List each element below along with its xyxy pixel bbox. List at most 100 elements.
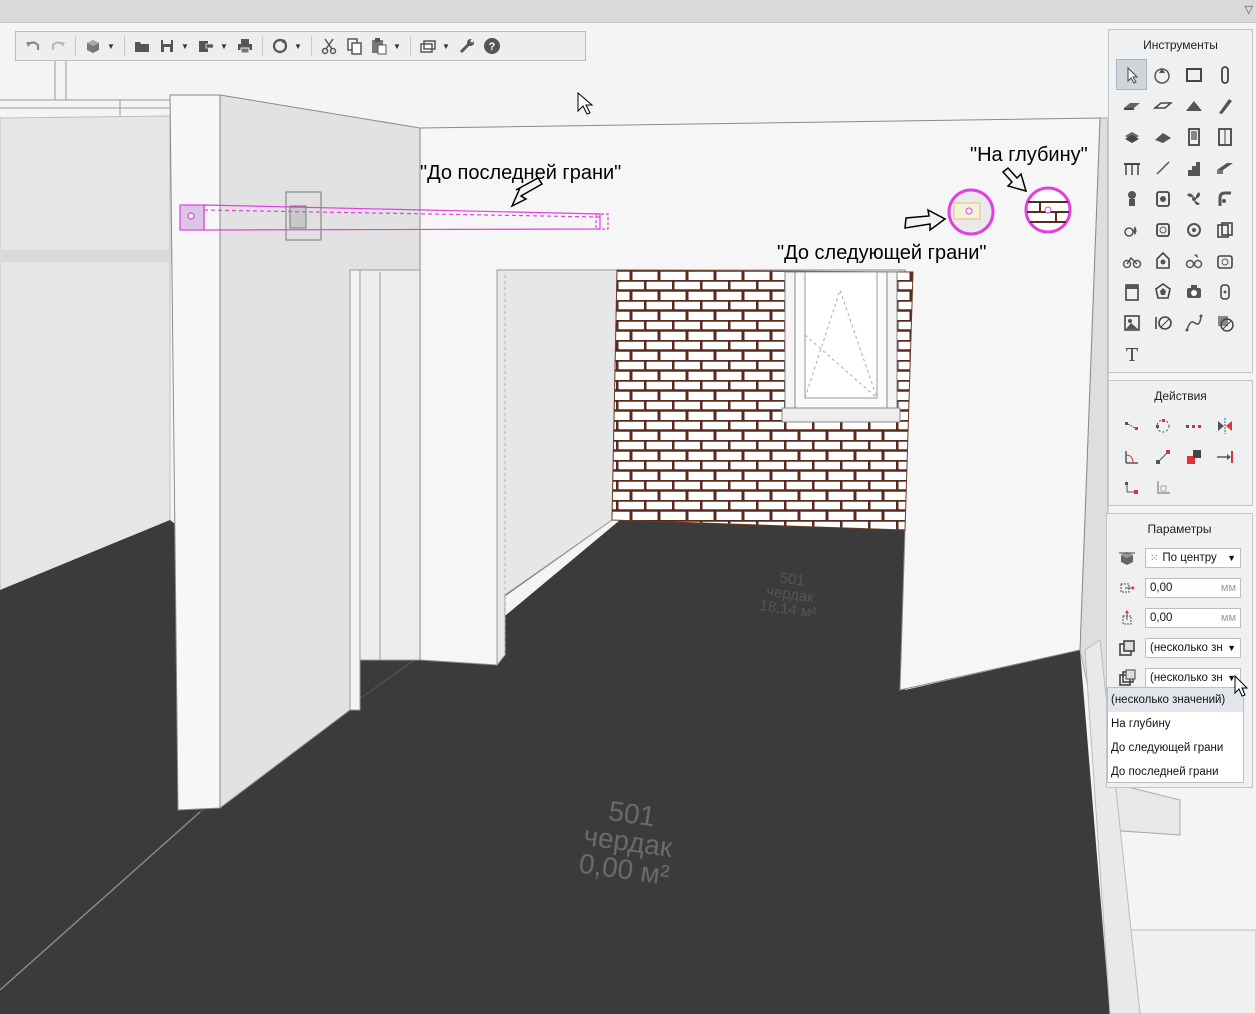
chevron-down-icon[interactable]: ▼ xyxy=(442,42,450,51)
fan-tool-icon[interactable] xyxy=(1178,183,1209,214)
paste-icon[interactable] xyxy=(368,35,390,57)
param-row-anchor: ⁙ По центру ▼ xyxy=(1115,547,1241,569)
spline-tool-icon[interactable] xyxy=(1178,307,1209,338)
anchor-select[interactable]: ⁙ По центру ▼ xyxy=(1145,548,1241,568)
save-icon[interactable] xyxy=(156,35,178,57)
dimension-tool-icon[interactable] xyxy=(1147,307,1178,338)
fixture-tool-icon[interactable] xyxy=(1209,276,1240,307)
pillar-front xyxy=(169,94,221,811)
hole-depth-icon xyxy=(1115,667,1139,689)
hole-depth-select-value: (несколько зн xyxy=(1150,672,1223,684)
ceiling-tool-icon[interactable] xyxy=(1147,90,1178,121)
copy-move-icon[interactable] xyxy=(1178,441,1209,472)
window-tool-icon[interactable] xyxy=(1209,121,1240,152)
stair-tool-icon[interactable] xyxy=(1178,152,1209,183)
dropdown-option[interactable]: До последней грани xyxy=(1108,760,1243,784)
floor-tool-icon[interactable] xyxy=(1147,121,1178,152)
actions-panel-title: Действия xyxy=(1154,389,1207,403)
corner-icon[interactable] xyxy=(1147,472,1178,503)
duct-tool-icon[interactable] xyxy=(1209,214,1240,245)
sync-icon[interactable] xyxy=(269,35,291,57)
hatch-tool-icon[interactable] xyxy=(1209,307,1240,338)
chevron-down-icon[interactable]: ▼ xyxy=(181,42,189,51)
offset-y-unit: мм xyxy=(1220,612,1236,624)
annotation-last-face: "До последней грани" xyxy=(420,162,622,184)
copy-icon[interactable] xyxy=(343,35,365,57)
scale-icon[interactable] xyxy=(1147,441,1178,472)
image-tool-icon[interactable] xyxy=(1116,307,1147,338)
rotate-icon[interactable] xyxy=(1116,441,1147,472)
door-tool-icon[interactable] xyxy=(1178,121,1209,152)
ramp-tool-icon[interactable] xyxy=(1209,152,1240,183)
dropdown-option[interactable]: До следующей грани xyxy=(1108,736,1243,760)
stack-tool-icon[interactable] xyxy=(1116,121,1147,152)
cut-icon[interactable] xyxy=(318,35,340,57)
offset-y-icon xyxy=(1115,607,1139,629)
valve-tool-icon[interactable] xyxy=(1178,214,1209,245)
chevron-down-icon[interactable]: ▼ xyxy=(220,42,228,51)
plumbing-tool-icon[interactable] xyxy=(1116,183,1147,214)
chevron-down-icon[interactable]: ▼ xyxy=(107,42,115,51)
chevron-down-icon[interactable]: ▼ xyxy=(294,42,302,51)
offset-y-input[interactable]: 0,00 мм xyxy=(1145,608,1241,628)
anchor-select-value: По центру xyxy=(1162,552,1217,564)
chevron-down-icon: ▼ xyxy=(1227,643,1236,653)
print-icon[interactable] xyxy=(234,35,256,57)
redo-icon[interactable] xyxy=(47,35,69,57)
pipe-tool-icon[interactable] xyxy=(1209,183,1240,214)
open-folder-icon[interactable] xyxy=(131,35,153,57)
mirror-icon[interactable] xyxy=(1209,410,1240,441)
camera-tool-icon[interactable] xyxy=(1178,276,1209,307)
light-bulb-icon[interactable] xyxy=(1147,245,1178,276)
parameters-panel-title: Параметры xyxy=(1147,522,1212,536)
hole-mode-select[interactable]: (несколько зн ▼ xyxy=(1145,638,1241,658)
mouse-cursor-icon xyxy=(1234,674,1249,697)
left-back-wall xyxy=(0,115,171,591)
group-select-icon[interactable] xyxy=(1147,59,1178,90)
settings-wrench-icon[interactable] xyxy=(456,35,478,57)
3d-view-icon[interactable] xyxy=(82,35,104,57)
wall-hole-icon xyxy=(1115,637,1139,659)
annotation-next-face: "До следующей грани" xyxy=(777,242,987,264)
drop-fixture-icon[interactable] xyxy=(1116,214,1147,245)
equipment-tool-icon[interactable] xyxy=(1147,183,1178,214)
help-icon[interactable]: ? xyxy=(481,35,503,57)
bicycle-fan-icon[interactable] xyxy=(1178,245,1209,276)
line-tool-icon[interactable] xyxy=(1147,152,1178,183)
move-icon[interactable] xyxy=(1116,410,1147,441)
socket-tool-icon[interactable] xyxy=(1209,245,1240,276)
views-icon[interactable] xyxy=(417,35,439,57)
tools-panel-title: Инструменты xyxy=(1143,38,1218,52)
select-tool-icon[interactable] xyxy=(1116,59,1147,90)
hole-depth-select[interactable]: (несколько зн ▼ xyxy=(1145,668,1241,688)
railing-tool-icon[interactable] xyxy=(1116,152,1147,183)
roof-tool-icon[interactable] xyxy=(1178,90,1209,121)
window xyxy=(781,271,901,423)
dropdown-option[interactable]: На глубину xyxy=(1108,712,1243,736)
polyhedron-tool-icon[interactable] xyxy=(1147,276,1178,307)
text-tool-icon[interactable]: T xyxy=(1116,338,1147,369)
bicycle-icon[interactable] xyxy=(1116,245,1147,276)
collapse-arrow-icon[interactable]: ▽ xyxy=(1245,3,1253,16)
column-tool-icon[interactable] xyxy=(1209,59,1240,90)
undo-icon[interactable] xyxy=(22,35,44,57)
highlight-depth xyxy=(1024,186,1072,234)
cabinet-tool-icon[interactable] xyxy=(1116,276,1147,307)
chevron-down-icon: ▼ xyxy=(1227,553,1236,563)
offset-x-unit: мм xyxy=(1220,582,1236,594)
array-icon[interactable] xyxy=(1178,410,1209,441)
offset-x-input[interactable]: 0,00 мм xyxy=(1145,578,1241,598)
dropdown-option[interactable]: (несколько значений) xyxy=(1108,688,1243,712)
export-icon[interactable] xyxy=(195,35,217,57)
extend-icon[interactable] xyxy=(1209,441,1240,472)
actions-panel: Действия xyxy=(1108,380,1253,506)
highlight-next-face xyxy=(947,188,995,236)
beam-tool-icon[interactable] xyxy=(1209,90,1240,121)
align-icon[interactable] xyxy=(1116,472,1147,503)
param-row-offset-x: 0,00 мм xyxy=(1115,577,1241,599)
slab-tool-icon[interactable] xyxy=(1116,90,1147,121)
rotate-copy-icon[interactable] xyxy=(1147,410,1178,441)
wall-tool-icon[interactable] xyxy=(1178,59,1209,90)
tank-tool-icon[interactable] xyxy=(1147,214,1178,245)
chevron-down-icon[interactable]: ▼ xyxy=(393,42,401,51)
